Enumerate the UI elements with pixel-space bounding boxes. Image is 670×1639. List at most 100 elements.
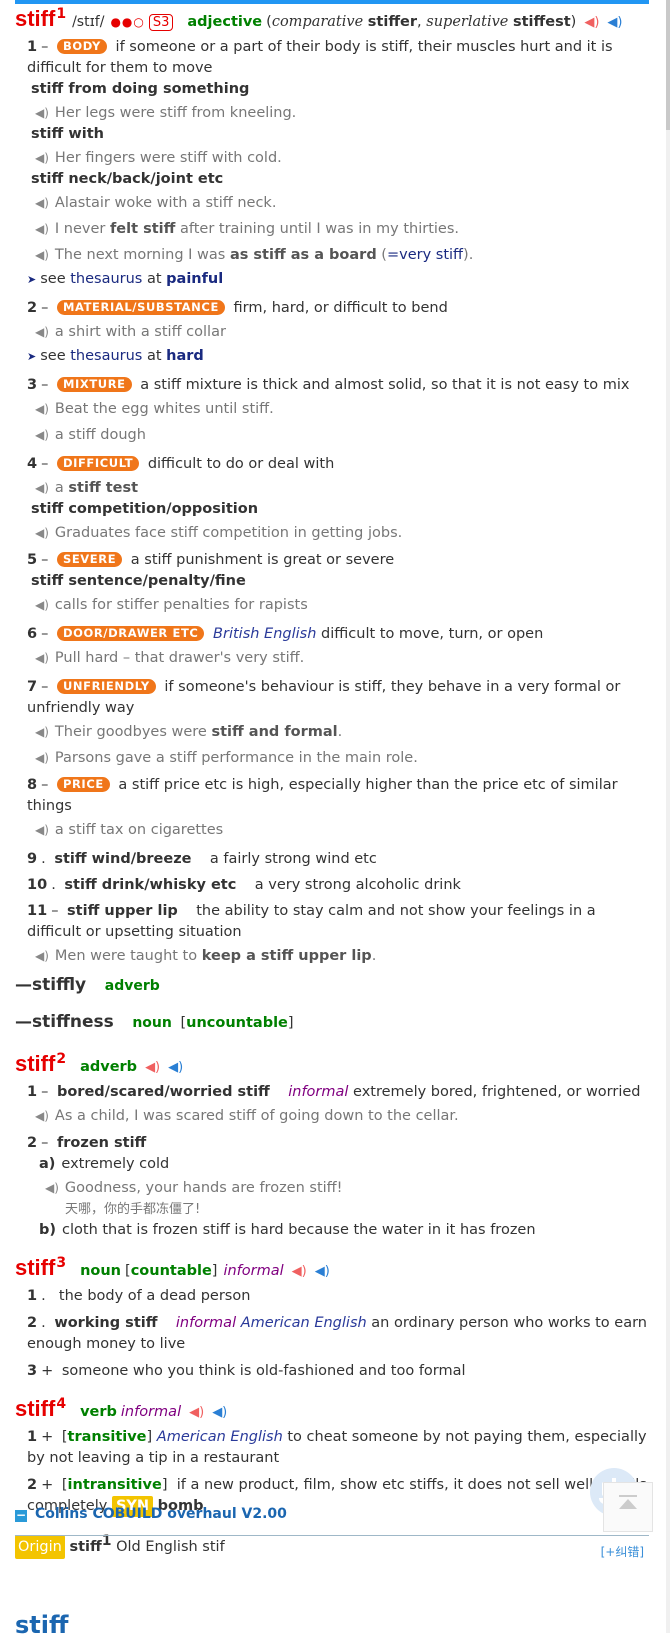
part-of-speech: noun (80, 1263, 122, 1279)
scrollbar[interactable] (666, 0, 670, 1633)
phrase: stiff upper lip (67, 903, 178, 919)
entry-header: stiff 1 /stɪf/ ●●○ S3 adjective (comparat… (15, 6, 649, 32)
example: ◀) Pull hard – that drawer's very stiff. (35, 650, 305, 666)
collocation: stiff sentence/penalty/fine (31, 573, 246, 589)
sense-1: 1. the body of a dead person (27, 1288, 251, 1304)
sense-1: 1– bored/scared/worried stiff informal e… (27, 1084, 641, 1100)
example: ◀) Her legs were stiff from kneeling. (35, 105, 297, 121)
speaker-gray-icon[interactable]: ◀) (35, 106, 49, 120)
speaker-red-icon[interactable]: ◀) (292, 1264, 307, 1279)
example: ◀) Men were taught to keep a stiff upper … (35, 948, 377, 964)
definition: difficult to move, turn, or open (321, 626, 544, 642)
example: ◀) a stiff dough (35, 427, 146, 443)
example: ◀) The next morning I was as stiff as a b… (35, 247, 474, 263)
derived-form: —stiffly adverb (15, 975, 160, 995)
speaker-red-icon[interactable]: ◀) (584, 15, 599, 30)
speaker-gray-icon[interactable]: ◀) (35, 481, 49, 495)
frequency-badge: S3 (148, 14, 174, 31)
sense-8: 8– PRICE a stiff price etc is high, espe… (27, 777, 618, 814)
phrase: stiff wind/breeze (54, 851, 192, 867)
definition: firm, hard, or difficult to bend (233, 300, 448, 316)
collapse-icon[interactable]: − (15, 1509, 27, 1522)
sense-tag: UNFRIENDLY (56, 679, 156, 694)
arrow-right-icon: ➤ (27, 273, 37, 286)
thesaurus-word[interactable]: painful (166, 271, 223, 287)
sense-tag: MATERIAL/SUBSTANCE (56, 300, 225, 315)
entry-header: stiff 3 noun [countable] informal ◀) ◀) (15, 1255, 330, 1280)
example: ◀) a stiff tax on cigarettes (35, 822, 224, 838)
sense-tag: MIXTURE (56, 377, 132, 392)
part-of-speech: adjective (187, 14, 263, 30)
sense-tag: PRICE (56, 777, 110, 792)
sense-tag: DOOR/DRAWER ETC (56, 626, 205, 641)
example: ◀) Graduates face stiff competition in ge… (35, 525, 403, 541)
sense-1: 1 + [transitive] American English to chea… (27, 1429, 647, 1466)
sense-tag: SEVERE (56, 552, 123, 567)
collocation: stiff neck/back/joint etc (31, 171, 224, 187)
thesaurus-link[interactable]: thesaurus (70, 271, 142, 287)
speaker-gray-icon[interactable]: ◀) (35, 651, 49, 665)
example: ◀) Alastair woke with a stiff neck. (35, 195, 277, 211)
speaker-gray-icon[interactable]: ◀) (35, 526, 49, 540)
collocation: stiff from doing something (31, 81, 250, 97)
speaker-gray-icon[interactable]: ◀) (35, 325, 49, 339)
divider (15, 1535, 649, 1536)
thesaurus-word[interactable]: hard (166, 348, 204, 364)
sense-7: 7– UNFRIENDLY if someone's behaviour is … (27, 679, 621, 716)
definition: a stiff price etc is high, especially hi… (27, 777, 618, 814)
speaker-red-icon[interactable]: ◀) (189, 1405, 204, 1420)
speaker-gray-icon[interactable]: ◀) (35, 949, 49, 963)
example: ◀) Beat the egg whites until stiff. (35, 401, 274, 417)
homnum: 1 (56, 6, 67, 22)
speaker-blue-icon[interactable]: ◀) (168, 1060, 183, 1075)
speaker-gray-icon[interactable]: ◀) (35, 222, 49, 236)
sense-2: 2. working stiff informal American Engli… (27, 1315, 647, 1352)
speaker-gray-icon[interactable]: ◀) (35, 402, 49, 416)
sense-11: 11– stiff upper lip the ability to stay … (27, 903, 596, 940)
collins-section-header[interactable]: − Collins COBUILD overhaul V2.00 (15, 1506, 649, 1522)
speaker-gray-icon[interactable]: ◀) (35, 823, 49, 837)
phrase: stiff drink/whisky etc (64, 877, 237, 893)
grammar-forms: (comparative stiffer, superlative stiffe… (266, 14, 577, 30)
arrow-right-icon: ➤ (27, 350, 37, 363)
definition: if someone or a part of their body is st… (27, 39, 613, 76)
example-translation: 天哪，你的手都冻僵了! (65, 1202, 201, 1217)
sense-10: 10. stiff drink/whisky etc a very strong… (27, 877, 461, 893)
top-accent-bar (15, 0, 649, 4)
speaker-blue-icon[interactable]: ◀) (315, 1264, 330, 1279)
pronunciation: /stɪf/ (72, 14, 105, 30)
speaker-gray-icon[interactable]: ◀) (35, 598, 49, 612)
part-of-speech: verb (80, 1404, 117, 1420)
speaker-red-icon[interactable]: ◀) (145, 1060, 160, 1075)
sense-1: 1– BODY if someone or a part of their bo… (27, 39, 613, 76)
speaker-gray-icon[interactable]: ◀) (35, 428, 49, 442)
speaker-blue-icon[interactable]: ◀) (607, 15, 622, 30)
sense-3: 3 + someone who you think is old-fashione… (27, 1363, 466, 1379)
entry-header: stiff 4 verb informal ◀) ◀) (15, 1396, 228, 1421)
speaker-gray-icon[interactable]: ◀) (35, 151, 49, 165)
example: ◀) a stiff test (35, 480, 139, 496)
headword: stiff (15, 1255, 56, 1280)
speaker-gray-icon[interactable]: ◀) (35, 248, 49, 262)
example: ◀) Goodness, your hands are frozen stiff! (45, 1180, 343, 1196)
speaker-gray-icon[interactable]: ◀) (35, 1109, 49, 1123)
definition: a fairly strong wind etc (209, 851, 377, 867)
definition: a stiff mixture is thick and almost soli… (140, 377, 630, 393)
dictionary-entry: stiff 1 /stɪf/ ●●○ S3 adjective (comparat… (15, 6, 649, 1559)
scrollbar-thumb[interactable] (666, 0, 670, 130)
speaker-gray-icon[interactable]: ◀) (35, 751, 49, 765)
definition: a stiff punishment is great or severe (130, 552, 395, 568)
example: ◀) Their goodbyes were stiff and formal. (35, 724, 343, 740)
speaker-gray-icon[interactable]: ◀) (35, 725, 49, 739)
example: ◀) As a child, I was scared stiff of goin… (35, 1108, 459, 1124)
speaker-blue-icon[interactable]: ◀) (212, 1405, 227, 1420)
sense-6: 6– DOOR/DRAWER ETC British English diffi… (27, 626, 544, 642)
thesaurus-link[interactable]: thesaurus (70, 348, 142, 364)
sense-2: 2– MATERIAL/SUBSTANCE firm, hard, or dif… (27, 300, 448, 316)
collocation: stiff competition/opposition (31, 501, 259, 517)
speaker-gray-icon[interactable]: ◀) (45, 1181, 59, 1195)
see-thesaurus: ➤ see thesaurus at painful (27, 271, 224, 287)
report-error-link[interactable]: [+纠错] (601, 1543, 644, 1560)
speaker-gray-icon[interactable]: ◀) (35, 196, 49, 210)
part-of-speech: adverb (80, 1059, 138, 1075)
